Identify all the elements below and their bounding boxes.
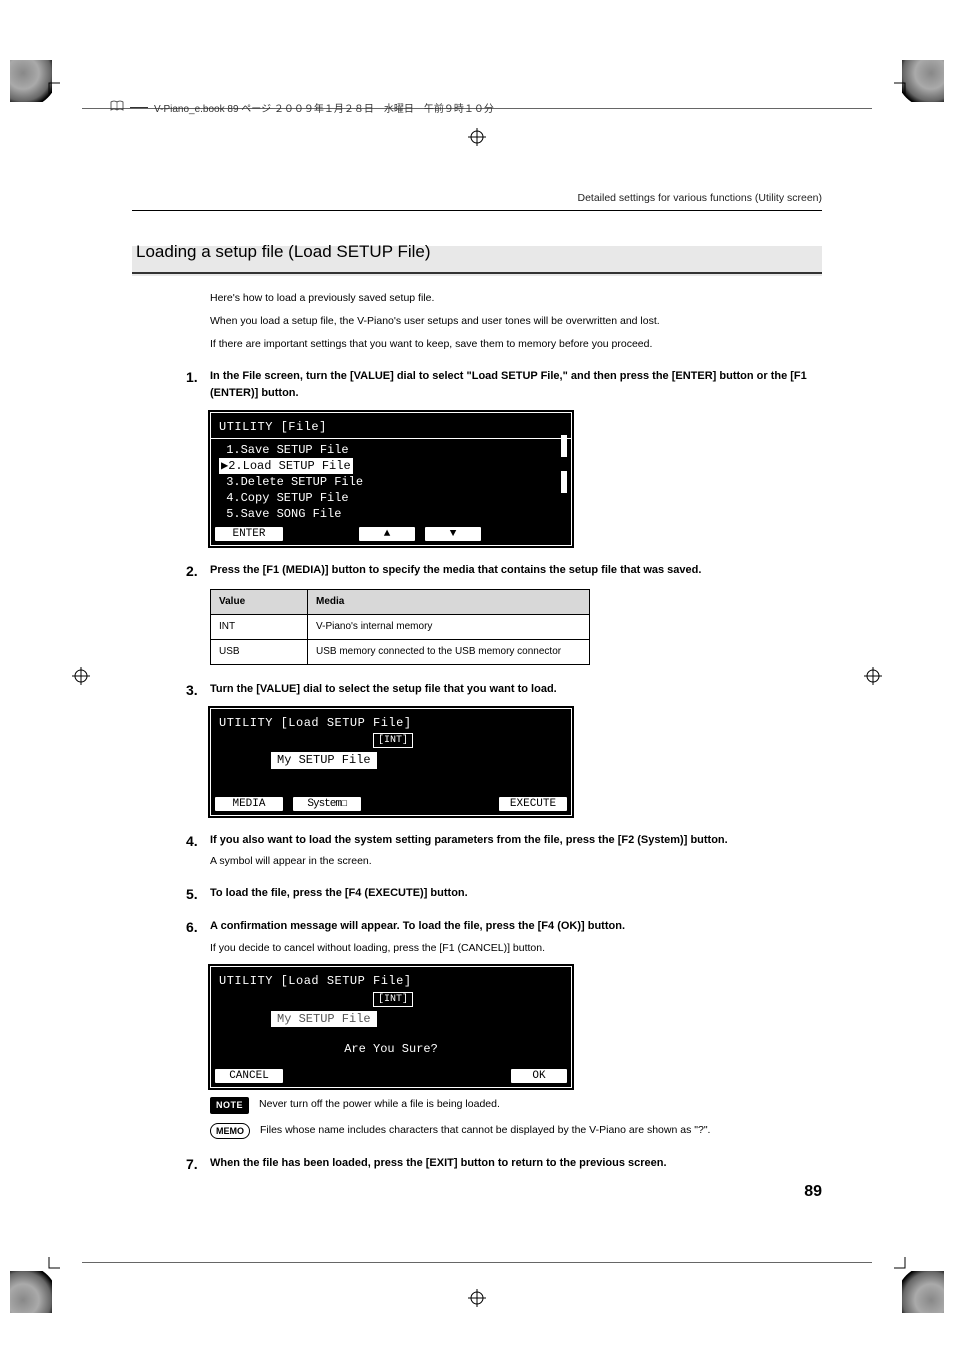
note-text: Never turn off the power while a file is… bbox=[259, 1096, 500, 1113]
table-header-media: Media bbox=[308, 589, 590, 614]
table-cell: INT bbox=[211, 614, 308, 639]
table-cell: USB bbox=[211, 639, 308, 664]
lcd-file-screen: UTILITY [File] 1.Save SETUP File ▶2.Load… bbox=[210, 412, 572, 545]
lcd-softkey-up: ▲ bbox=[359, 527, 415, 541]
lcd-selected-file: My SETUP File bbox=[271, 1011, 377, 1027]
crop-mark bbox=[38, 72, 60, 94]
crop-mark bbox=[38, 1257, 60, 1279]
registration-mark bbox=[468, 128, 486, 146]
step-heading: A confirmation message will appear. To l… bbox=[210, 918, 822, 935]
lcd-row: 5.Save SONG File bbox=[219, 506, 563, 522]
memo-text: Files whose name includes characters tha… bbox=[260, 1122, 710, 1139]
step-number: 4. bbox=[186, 830, 198, 852]
step-number: 5. bbox=[186, 883, 198, 905]
step-number: 2. bbox=[186, 560, 198, 582]
step-heading: When the file has been loaded, press the… bbox=[210, 1155, 822, 1172]
intro-line: When you load a setup file, the V-Piano'… bbox=[210, 313, 822, 330]
lcd-row: 3.Delete SETUP File bbox=[219, 474, 563, 490]
media-table: Value Media INT V-Piano's internal memor… bbox=[210, 589, 590, 665]
step-1: 1. In the File screen, turn the [VALUE] … bbox=[210, 368, 822, 545]
lcd-row-selected: ▶2.Load SETUP File bbox=[219, 458, 563, 474]
crop-mark bbox=[894, 1257, 916, 1279]
intro-line: If there are important settings that you… bbox=[210, 336, 822, 353]
lcd-load-setup-screen: UTILITY [Load SETUP File] [INT] My SETUP… bbox=[210, 708, 572, 816]
lcd-media-tag: [INT] bbox=[373, 992, 413, 1008]
step-6: 6. A confirmation message will appear. T… bbox=[210, 918, 822, 1139]
lcd-softkey-execute: EXECUTE bbox=[499, 797, 567, 811]
lcd-confirm-text: Are You Sure? bbox=[219, 1041, 563, 1057]
step-heading: Press the [F1 (MEDIA)] button to specify… bbox=[210, 562, 822, 579]
lcd-softkey-system: System☐ bbox=[293, 797, 361, 811]
registration-mark bbox=[468, 1289, 486, 1307]
table-cell: USB memory connected to the USB memory c… bbox=[308, 639, 590, 664]
registration-mark bbox=[72, 667, 90, 685]
intro-text: Here's how to load a previously saved se… bbox=[210, 290, 822, 352]
lcd-row: 1.Save SETUP File bbox=[219, 442, 563, 458]
lcd-title: UTILITY [File] bbox=[219, 419, 563, 435]
print-header-text: V-Piano_e.book 89 ページ ２００９年１月２８日 水曜日 午前９… bbox=[154, 100, 494, 115]
step-body: A symbol will appear in the screen. bbox=[210, 853, 822, 870]
memo-callout: MEMO Files whose name includes character… bbox=[210, 1122, 822, 1139]
lcd-scrollbar bbox=[561, 471, 567, 493]
lcd-confirm-screen: UTILITY [Load SETUP File] [INT] My SETUP… bbox=[210, 966, 572, 1088]
page-number: 89 bbox=[804, 1183, 822, 1201]
running-head: Detailed settings for various functions … bbox=[577, 192, 822, 204]
section-title: Loading a setup file (Load SETUP File) bbox=[132, 234, 822, 272]
header-rule bbox=[130, 107, 148, 108]
lcd-softkey-cancel: CANCEL bbox=[215, 1069, 283, 1083]
step-heading: To load the file, press the [F4 (EXECUTE… bbox=[210, 885, 822, 902]
lcd-title: UTILITY [Load SETUP File] bbox=[219, 715, 563, 731]
lcd-scrollbar bbox=[561, 435, 567, 457]
lcd-row: 4.Copy SETUP File bbox=[219, 490, 563, 506]
step-number: 3. bbox=[186, 679, 198, 701]
step-5: 5. To load the file, press the [F4 (EXEC… bbox=[210, 885, 822, 902]
intro-line: Here's how to load a previously saved se… bbox=[210, 290, 822, 307]
running-head-rule bbox=[132, 210, 822, 211]
lcd-softkey-ok: OK bbox=[511, 1069, 567, 1083]
note-callout: NOTE Never turn off the power while a fi… bbox=[210, 1096, 822, 1113]
step-heading: Turn the [VALUE] dial to select the setu… bbox=[210, 681, 822, 698]
step-number: 6. bbox=[186, 916, 198, 938]
memo-badge: MEMO bbox=[210, 1123, 250, 1139]
table-row: USB USB memory connected to the USB memo… bbox=[211, 639, 590, 664]
table-row: INT V-Piano's internal memory bbox=[211, 614, 590, 639]
table-header-value: Value bbox=[211, 589, 308, 614]
bottom-page-rule bbox=[82, 1262, 872, 1263]
step-2: 2. Press the [F1 (MEDIA)] button to spec… bbox=[210, 562, 822, 665]
step-4: 4. If you also want to load the system s… bbox=[210, 832, 822, 870]
lcd-selected-file: My SETUP File bbox=[271, 752, 377, 768]
step-7: 7. When the file has been loaded, press … bbox=[210, 1155, 822, 1172]
step-number: 7. bbox=[186, 1153, 198, 1175]
note-badge: NOTE bbox=[210, 1097, 249, 1113]
step-heading: If you also want to load the system sett… bbox=[210, 832, 822, 849]
book-icon bbox=[110, 100, 124, 115]
step-heading: In the File screen, turn the [VALUE] dia… bbox=[210, 368, 822, 402]
lcd-media-tag: [INT] bbox=[373, 733, 413, 749]
section-title-rule bbox=[132, 272, 822, 274]
lcd-softkey-down: ▼ bbox=[425, 527, 481, 541]
lcd-title: UTILITY [Load SETUP File] bbox=[219, 973, 563, 989]
step-body: If you decide to cancel without loading,… bbox=[210, 940, 822, 957]
lcd-softkey-media: MEDIA bbox=[215, 797, 283, 811]
crop-mark bbox=[894, 72, 916, 94]
step-number: 1. bbox=[186, 366, 198, 388]
lcd-softkey-enter: ENTER bbox=[215, 527, 283, 541]
print-header: V-Piano_e.book 89 ページ ２００９年１月２８日 水曜日 午前９… bbox=[110, 100, 844, 115]
step-3: 3. Turn the [VALUE] dial to select the s… bbox=[210, 681, 822, 816]
table-cell: V-Piano's internal memory bbox=[308, 614, 590, 639]
registration-mark bbox=[864, 667, 882, 685]
